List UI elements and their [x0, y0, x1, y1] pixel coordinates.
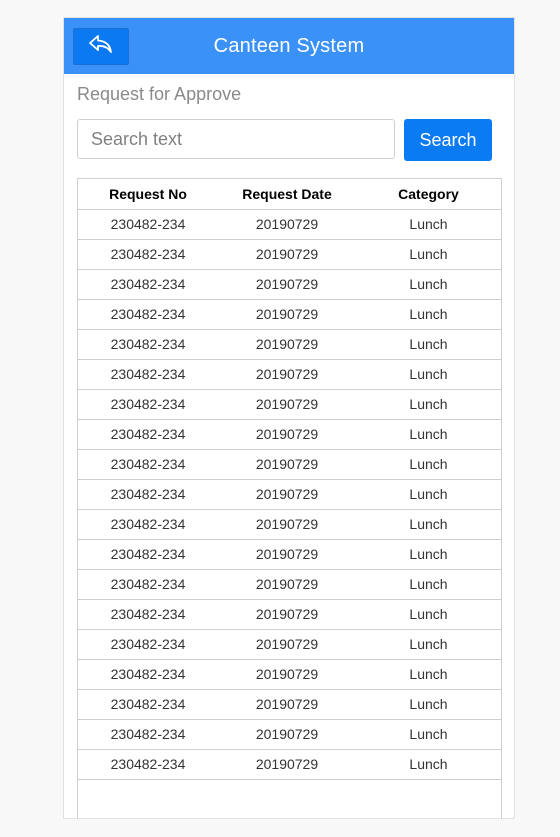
table-row[interactable]: 230482-234 20190729 Lunch [78, 479, 501, 510]
request-date-cell: 20190729 [218, 299, 356, 330]
table-row[interactable]: 230482-234 20190729 Lunch [78, 239, 501, 270]
table-row[interactable]: 230482-234 20190729 Lunch [78, 419, 501, 450]
category-cell: Lunch [356, 299, 501, 330]
request-date-cell: 20190729 [218, 539, 356, 570]
table-row[interactable]: 230482-234 20190729 Lunch [78, 719, 501, 750]
app-header: Canteen System [64, 18, 514, 74]
requests-table: Request No Request Date Category 230482-… [77, 178, 502, 818]
table-row[interactable]: 230482-234 20190729 Lunch [78, 299, 501, 330]
back-button[interactable] [73, 28, 129, 65]
request-date-cell: 20190729 [218, 599, 356, 630]
request-no-cell: 230482-234 [78, 419, 218, 450]
search-button[interactable]: Search [404, 119, 492, 161]
table-body: 230482-234 20190729 Lunch 230482-234 2019072… [78, 209, 501, 780]
request-no-cell: 230482-234 [78, 449, 218, 480]
request-date-cell: 20190729 [218, 509, 356, 540]
request-no-cell: 230482-234 [78, 659, 218, 690]
category-cell: Lunch [356, 719, 501, 750]
category-cell: Lunch [356, 329, 501, 360]
category-cell: Lunch [356, 629, 501, 660]
request-no-cell: 230482-234 [78, 389, 218, 420]
column-header-request-date[interactable]: Request Date [218, 179, 356, 210]
request-no-cell: 230482-234 [78, 569, 218, 600]
request-no-cell: 230482-234 [78, 599, 218, 630]
table-row[interactable]: 230482-234 20190729 Lunch [78, 599, 501, 630]
column-header-request-no[interactable]: Request No [78, 179, 218, 210]
category-cell: Lunch [356, 479, 501, 510]
request-no-cell: 230482-234 [78, 299, 218, 330]
column-header-category[interactable]: Category [356, 179, 501, 210]
category-cell: Lunch [356, 359, 501, 390]
table-row[interactable]: 230482-234 20190729 Lunch [78, 329, 501, 360]
app-title: Canteen System [213, 34, 365, 57]
search-input[interactable] [77, 119, 395, 159]
category-cell: Lunch [356, 599, 501, 630]
table-row[interactable]: 230482-234 20190729 Lunch [78, 539, 501, 570]
request-no-cell: 230482-234 [78, 479, 218, 510]
category-cell: Lunch [356, 659, 501, 690]
request-no-cell: 230482-234 [78, 269, 218, 300]
request-date-cell: 20190729 [218, 239, 356, 270]
table-row[interactable]: 230482-234 20190729 Lunch [78, 389, 501, 420]
request-date-cell: 20190729 [218, 359, 356, 390]
request-date-cell: 20190729 [218, 689, 356, 720]
category-cell: Lunch [356, 419, 501, 450]
request-date-cell: 20190729 [218, 419, 356, 450]
category-cell: Lunch [356, 539, 501, 570]
request-date-cell: 20190729 [218, 449, 356, 480]
request-no-cell: 230482-234 [78, 629, 218, 660]
table-row[interactable]: 230482-234 20190729 Lunch [78, 269, 501, 300]
request-no-cell: 230482-234 [78, 749, 218, 780]
request-date-cell: 20190729 [218, 389, 356, 420]
request-no-cell: 230482-234 [78, 689, 218, 720]
table-row[interactable]: 230482-234 20190729 Lunch [78, 659, 501, 690]
request-date-cell: 20190729 [218, 329, 356, 360]
reply-arrow-icon [88, 34, 114, 59]
table-row[interactable]: 230482-234 20190729 Lunch [78, 209, 501, 240]
table-row[interactable]: 230482-234 20190729 Lunch [78, 629, 501, 660]
page-subtitle: Request for Approve [77, 84, 242, 104]
category-cell: Lunch [356, 269, 501, 300]
request-date-cell: 20190729 [218, 749, 356, 780]
request-date-cell: 20190729 [218, 629, 356, 660]
request-no-cell: 230482-234 [78, 209, 218, 240]
table-row[interactable]: 230482-234 20190729 Lunch [78, 359, 501, 390]
table-row[interactable]: 230482-234 20190729 Lunch [78, 689, 501, 720]
category-cell: Lunch [356, 239, 501, 270]
category-cell: Lunch [356, 449, 501, 480]
table-row[interactable]: 230482-234 20190729 Lunch [78, 509, 501, 540]
request-date-cell: 20190729 [218, 269, 356, 300]
category-cell: Lunch [356, 689, 501, 720]
category-cell: Lunch [356, 569, 501, 600]
category-cell: Lunch [356, 509, 501, 540]
request-date-cell: 20190729 [218, 719, 356, 750]
table-row[interactable]: 230482-234 20190729 Lunch [78, 569, 501, 600]
request-date-cell: 20190729 [218, 479, 356, 510]
app-frame: Canteen System Request for Approve Searc… [63, 17, 515, 819]
category-cell: Lunch [356, 749, 501, 780]
request-no-cell: 230482-234 [78, 329, 218, 360]
table-row[interactable]: 230482-234 20190729 Lunch [78, 749, 501, 780]
category-cell: Lunch [356, 389, 501, 420]
request-date-cell: 20190729 [218, 209, 356, 240]
category-cell: Lunch [356, 209, 501, 240]
request-date-cell: 20190729 [218, 659, 356, 690]
request-no-cell: 230482-234 [78, 359, 218, 390]
table-row[interactable]: 230482-234 20190729 Lunch [78, 449, 501, 480]
table-header-row: Request No Request Date Category [78, 179, 501, 210]
request-no-cell: 230482-234 [78, 509, 218, 540]
request-no-cell: 230482-234 [78, 719, 218, 750]
request-no-cell: 230482-234 [78, 539, 218, 570]
request-date-cell: 20190729 [218, 569, 356, 600]
request-no-cell: 230482-234 [78, 239, 218, 270]
